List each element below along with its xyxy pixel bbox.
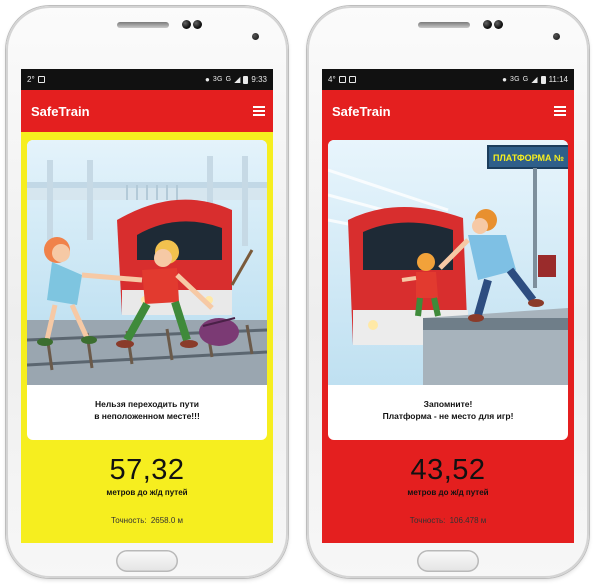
signal-icon: ◢ [531,75,538,84]
accuracy-line: Точность: 2658.0 м [21,516,273,525]
temperature-text: 2° [27,75,35,84]
phone-screen: 2° ● 3G G ◢ 9:33 SafeTrain Нельзя перехо… [21,69,273,543]
location-pin-icon: ● [205,75,210,84]
accuracy-value: 106.478 м [449,516,487,525]
warning-text: Нельзя переходить пути в неположенном ме… [27,398,267,422]
main-content: ПЛАТФОРМА № Запомните! Платформа - не ме… [322,132,574,543]
android-icon [348,76,356,83]
android-icon [37,76,45,83]
home-button[interactable] [116,550,178,572]
status-time: 11:14 [548,75,568,84]
status-bar: 4° ● 3G G ◢ 11:14 [322,69,574,90]
proximity-sensor [553,33,560,40]
phone-left: 2° ● 3G G ◢ 9:33 SafeTrain Нельзя перехо… [6,6,288,578]
accuracy-label: Точность: [409,516,446,525]
battery-icon [243,75,249,84]
front-camera-icon [483,20,492,29]
warning-text: Запомните! Платформа - не место для игр! [328,398,568,422]
app-bar: SafeTrain [21,90,273,132]
warning-card: Нельзя переходить пути в неположенном ме… [27,140,267,440]
warning-line-1: Запомните! [423,399,473,409]
accuracy-value: 2658.0 м [150,516,184,525]
signal-icon: ◢ [234,75,241,84]
network-type: 3G [212,76,223,83]
image-icon [338,76,346,83]
signal-text: G [522,76,529,83]
signal-text: G [225,76,232,83]
railway-crossing-illustration [27,140,267,385]
temperature-text: 4° [328,75,336,84]
status-time: 9:33 [251,75,267,84]
warning-line-1: Нельзя переходить пути [94,399,200,409]
earpiece-speaker [117,22,169,28]
accuracy-line: Точность: 106.478 м [322,516,574,525]
location-pin-icon: ● [502,75,507,84]
accuracy-label: Точность: [110,516,147,525]
distance-label: метров до ж/д путей [106,488,188,497]
warning-card: ПЛАТФОРМА № Запомните! Платформа - не ме… [328,140,568,440]
warning-line-2: Платформа - не место для игр! [382,411,514,421]
platform-illustration: ПЛАТФОРМА № [328,140,568,385]
distance-value: 57,32 [109,454,185,486]
earpiece-speaker [418,22,470,28]
distance-value: 43,52 [410,454,486,486]
warning-line-2: в неположенном месте!!! [94,411,200,421]
phone-screen: 4° ● 3G G ◢ 11:14 SafeTrain ПЛАТФОРМА № … [322,69,574,543]
battery-icon [540,75,546,84]
status-bar: 2° ● 3G G ◢ 9:33 [21,69,273,90]
app-bar: SafeTrain [322,90,574,132]
front-camera-icon [193,20,202,29]
front-camera-icon [182,20,191,29]
network-type: 3G [510,76,520,83]
app-title: SafeTrain [332,103,391,119]
distance-label: метров до ж/д путей [407,488,489,497]
app-title: SafeTrain [31,103,90,119]
phone-right: 4° ● 3G G ◢ 11:14 SafeTrain ПЛАТФОРМА № … [307,6,589,578]
main-content: Нельзя переходить пути в неположенном ме… [21,132,273,543]
home-button[interactable] [417,550,479,572]
menu-icon[interactable] [554,106,566,116]
platform-sign-text: ПЛАТФОРМА № [493,153,564,163]
menu-icon[interactable] [253,106,265,116]
front-camera-icon [494,20,503,29]
proximity-sensor [252,33,259,40]
